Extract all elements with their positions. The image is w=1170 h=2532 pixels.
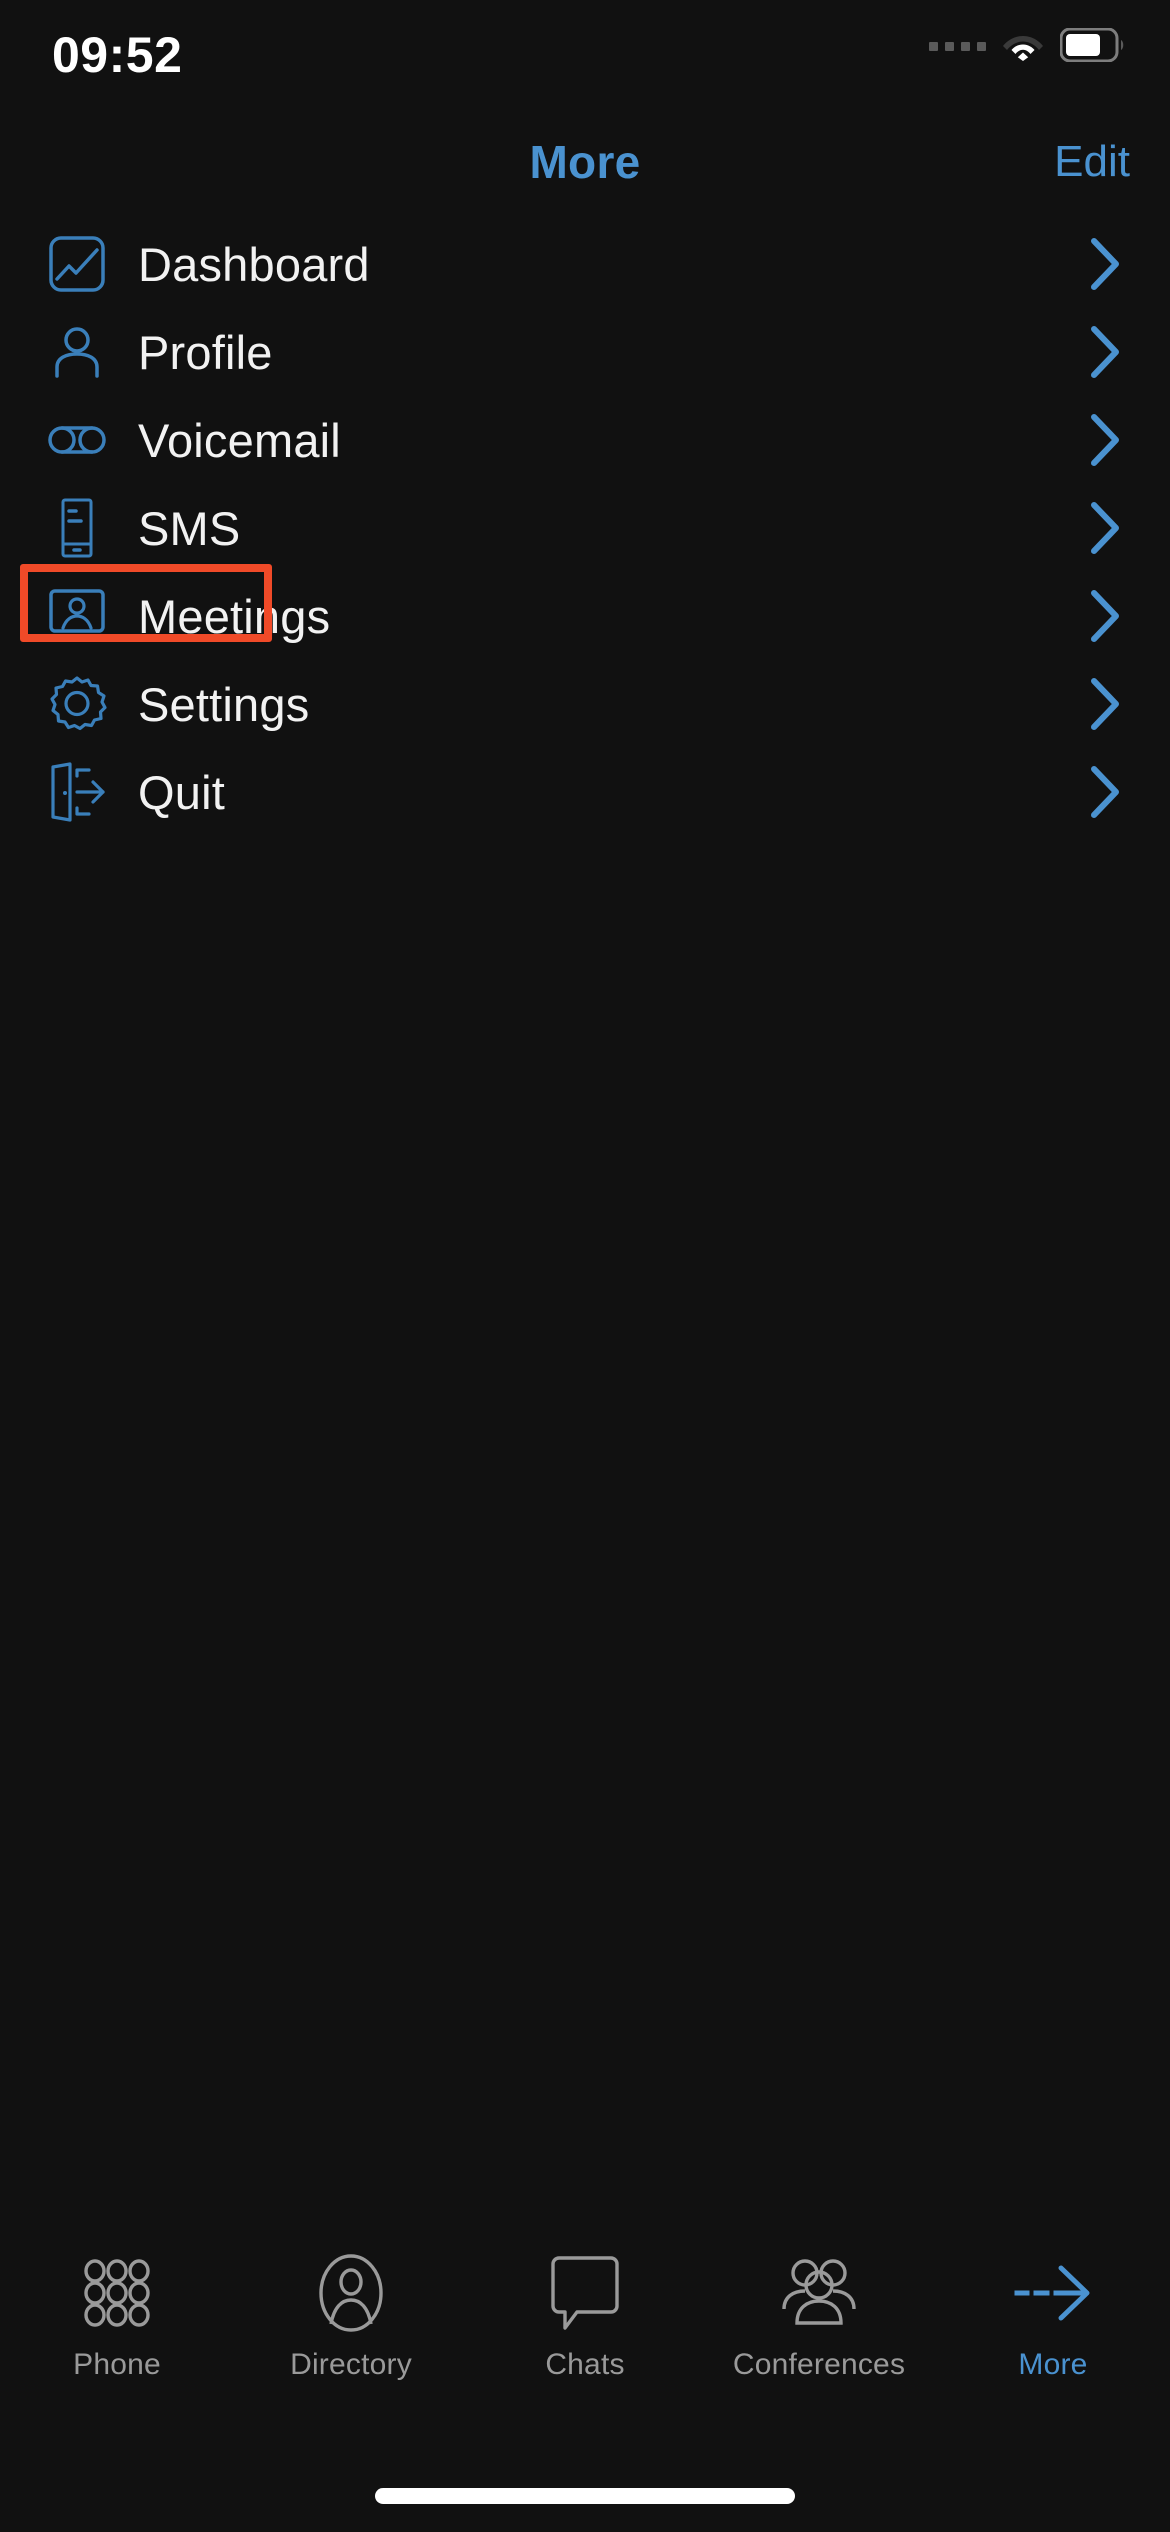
person-icon — [38, 313, 116, 391]
home-indicator[interactable] — [375, 2488, 795, 2504]
menu-item-meetings[interactable]: Meetings — [0, 564, 1170, 660]
meeting-screen-icon — [38, 577, 116, 655]
menu-item-label: SMS — [138, 501, 241, 555]
phone-message-icon — [38, 489, 116, 567]
tab-phone[interactable]: Phone — [0, 2250, 234, 2382]
home-indicator-area — [0, 2460, 1170, 2532]
tab-label: More — [1018, 2348, 1088, 2381]
chevron-right-icon[interactable] — [1088, 412, 1122, 468]
exit-door-icon — [38, 753, 116, 831]
battery-icon — [1059, 27, 1126, 67]
dialpad-icon — [82, 2250, 152, 2336]
menu-item-label: Quit — [138, 765, 225, 819]
speech-bubble-icon — [549, 2250, 621, 2336]
chevron-right-icon[interactable] — [1088, 500, 1122, 556]
menu-item-sms[interactable]: SMS — [0, 484, 1170, 572]
tab-directory[interactable]: Directory — [234, 2250, 468, 2382]
tab-conferences[interactable]: Conferences — [702, 2250, 936, 2382]
tab-label: Conferences — [732, 2348, 906, 2381]
nav-bar: More Edit — [0, 118, 1170, 206]
dashboard-chart-icon — [38, 225, 116, 303]
voicemail-tape-icon — [38, 401, 116, 479]
chevron-right-icon[interactable] — [1088, 324, 1122, 380]
status-bar: 09:52 — [0, 0, 1170, 118]
tab-label: Phone — [73, 2348, 161, 2381]
menu-item-quit[interactable]: Quit — [0, 748, 1170, 836]
tab-chats[interactable]: Chats — [468, 2250, 702, 2382]
menu-item-label: Profile — [138, 325, 273, 379]
status-indicators — [929, 27, 1126, 69]
menu-item-label: Settings — [138, 677, 310, 731]
status-time: 09:52 — [52, 27, 183, 83]
wifi-icon — [1002, 29, 1044, 66]
phone-screen: 09:52 More Edit Dashboard Profile Voicem… — [0, 0, 1170, 2532]
menu-item-label: Meetings — [138, 589, 331, 643]
group-people-icon — [776, 2250, 862, 2336]
dashed-arrow-icon — [1013, 2250, 1093, 2336]
chevron-right-icon[interactable] — [1088, 676, 1122, 732]
tab-label: Chats — [545, 2348, 625, 2381]
menu-item-settings[interactable]: Settings — [0, 660, 1170, 748]
menu-item-label: Voicemail — [138, 413, 341, 467]
signal-dots-icon — [929, 42, 986, 51]
edit-button[interactable]: Edit — [1054, 137, 1130, 187]
menu-item-profile[interactable]: Profile — [0, 308, 1170, 396]
gear-icon — [38, 665, 116, 743]
menu-item-dashboard[interactable]: Dashboard — [0, 220, 1170, 308]
menu-item-label: Dashboard — [138, 237, 370, 291]
tab-bar: Phone Directory Chats Conferences More — [0, 2228, 1170, 2460]
menu-item-voicemail[interactable]: Voicemail — [0, 396, 1170, 484]
contact-oval-icon — [318, 2250, 384, 2336]
chevron-right-icon[interactable] — [1088, 588, 1122, 644]
tab-label: Directory — [290, 2348, 412, 2381]
more-menu-list: Dashboard Profile Voicemail SMS Meetings… — [0, 206, 1170, 2228]
chevron-right-icon[interactable] — [1088, 236, 1122, 292]
page-title: More — [529, 136, 641, 188]
tab-more[interactable]: More — [936, 2250, 1170, 2382]
chevron-right-icon[interactable] — [1088, 764, 1122, 820]
